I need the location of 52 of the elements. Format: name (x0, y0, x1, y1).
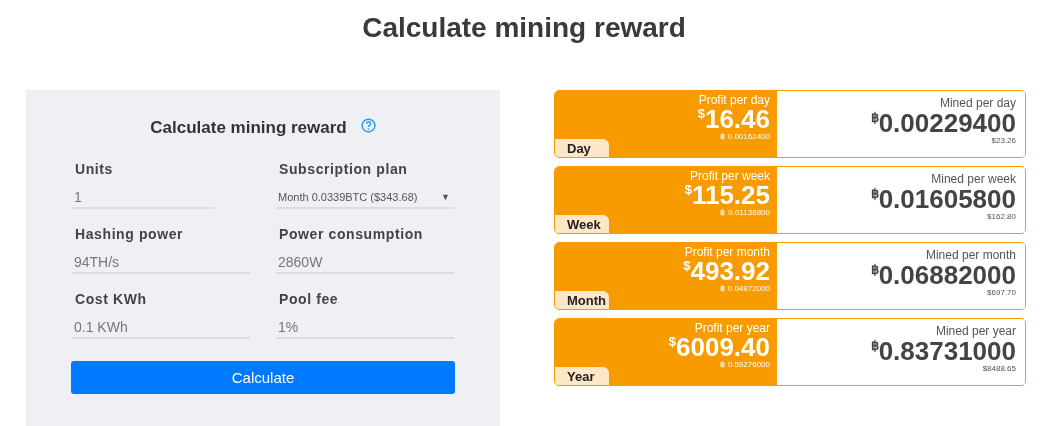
profit-btc: 0.01136800 (728, 208, 770, 218)
field-label: Units (75, 161, 113, 177)
page-title: Calculate mining reward (362, 12, 686, 44)
profit-label: Profit per day (698, 93, 770, 107)
mined-usd: $162.80 (987, 212, 1016, 222)
currency-sign: $ (683, 259, 691, 273)
help-icon[interactable] (360, 118, 376, 133)
profit-btc: 0.04872000 (727, 284, 770, 294)
profit-amount: 493.92 (690, 259, 770, 284)
input-field[interactable]: 0.1 KWh (72, 317, 250, 339)
plan-dropdown[interactable]: Month 0.0339BTC ($343.68) ▼ (276, 187, 454, 209)
bitcoin-sign: ฿ (719, 132, 725, 142)
mined-label: Mined per day (939, 95, 1016, 111)
field-label: Power consumption (279, 226, 423, 242)
mined-amount: 0.01605800 (878, 187, 1016, 212)
mined-usd: $697.70 (987, 288, 1016, 298)
field-label: Hashing power (75, 226, 184, 242)
input-field[interactable]: 1 (72, 187, 214, 209)
profit-amount: 115.25 (691, 183, 770, 208)
bitcoin-sign: ฿ (870, 339, 879, 353)
profit-label: Profit per week (689, 169, 770, 183)
currency-sign: $ (697, 107, 705, 121)
mined-label: Mined per month (925, 247, 1016, 263)
input-field[interactable]: 1% (276, 317, 454, 339)
field-label: Subscription plan (279, 161, 408, 177)
bitcoin-sign: ฿ (870, 187, 879, 201)
mined-label: Mined per year (935, 323, 1016, 339)
bitcoin-sign: ฿ (719, 284, 725, 294)
mined-label: Mined per week (931, 171, 1016, 187)
bitcoin-sign: ฿ (720, 208, 726, 218)
bitcoin-sign: ฿ (870, 111, 879, 125)
profit-btc: 0.59276000 (727, 360, 770, 370)
profit-amount: 6009.40 (676, 335, 770, 360)
field-label: Cost KWh (75, 291, 147, 307)
field-label: Pool fee (279, 291, 339, 307)
form-title: Calculate mining reward (150, 118, 347, 138)
calculate-button[interactable]: Calculate (71, 361, 455, 394)
profit-amount: 16.46 (704, 107, 770, 132)
mined-usd: $23.26 (991, 136, 1016, 146)
mined-usd: $8488.65 (982, 364, 1016, 374)
mined-amount: 0.06882000 (878, 263, 1016, 288)
mined-amount: 0.83731000 (878, 339, 1016, 364)
currency-sign: $ (684, 183, 692, 197)
input-field[interactable]: 2860W (276, 252, 454, 274)
profit-label: Profit per year (694, 321, 770, 335)
mined-amount: 0.00229400 (878, 111, 1016, 136)
input-field[interactable]: 94TH/s (72, 252, 250, 274)
bitcoin-sign: ฿ (870, 263, 879, 277)
currency-sign: $ (668, 335, 676, 349)
profit-btc: 0.00162400 (727, 132, 770, 142)
bitcoin-sign: ฿ (719, 360, 725, 370)
profit-label: Profit per month (684, 245, 770, 259)
